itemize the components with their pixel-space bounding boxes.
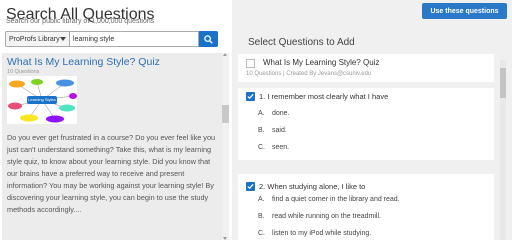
- search-icon: [204, 34, 213, 44]
- quiz-meta: 10 Questions | Created By Jevans@csuniv.…: [246, 71, 372, 77]
- question-text: 2. When studying alone, I like to: [259, 182, 365, 191]
- quiz-result-count: 10 Questions: [7, 69, 40, 75]
- check-icon: [247, 93, 254, 100]
- library-select-value: ProProfs Library: [9, 35, 60, 43]
- question-card: 1. I remember most clearly what I have A…: [238, 88, 494, 160]
- page-subtitle: Search our public library of 1,000,000 q…: [6, 18, 155, 25]
- scroll-up-arrow-icon[interactable]: [223, 53, 227, 56]
- select-questions-heading: Select Questions to Add: [248, 37, 355, 48]
- option-letter: C.: [258, 144, 265, 151]
- library-select[interactable]: ProProfs Library: [5, 31, 70, 47]
- option-text: listen to my iPod while studying.: [272, 230, 372, 237]
- option-letter: A.: [258, 196, 265, 203]
- select-panel: Use these questions Select Questions to …: [232, 0, 512, 240]
- option-letter: A.: [258, 110, 265, 117]
- search-bar: ProProfs Library learning style: [5, 31, 218, 47]
- use-these-questions-button[interactable]: Use these questions: [422, 3, 507, 19]
- mind-map-label: Learning Styles: [28, 97, 56, 102]
- question-number: 2.: [259, 182, 266, 191]
- option-letter: B.: [258, 213, 265, 220]
- question-card: 2. When studying alone, I like to A. find…: [238, 174, 494, 240]
- check-icon: [247, 183, 254, 190]
- quiz-header-row: What Is My Learning Style? Quiz 10 Quest…: [238, 54, 494, 82]
- question-number: 1.: [259, 92, 266, 101]
- option-letter: B.: [258, 127, 265, 134]
- question-checkbox[interactable]: [246, 92, 255, 101]
- question-body: I remember most clearly what I have: [267, 92, 389, 101]
- left-scrollbar-thumb[interactable]: [222, 105, 229, 123]
- option-text: find a quiet corner in the library and r…: [272, 196, 400, 203]
- answer-option: B. read while running on the treadmill.: [258, 213, 381, 220]
- search-button[interactable]: [199, 31, 218, 47]
- answer-option: A. done.: [258, 110, 290, 117]
- question-body: When studying alone, I like to: [267, 182, 366, 191]
- question-text: 1. I remember most clearly what I have: [259, 92, 388, 101]
- option-text: done.: [272, 110, 290, 117]
- quiz-thumbnail: Learning Styles: [7, 76, 77, 124]
- right-scrollbar[interactable]: [500, 60, 506, 240]
- option-text: seen.: [272, 144, 290, 151]
- select-all-checkbox[interactable]: [246, 59, 255, 68]
- question-checkbox[interactable]: [246, 182, 255, 191]
- quiz-result-description: Do you ever get frustrated in a course? …: [7, 133, 216, 214]
- answer-option: C. listen to my iPod while studying.: [258, 230, 371, 237]
- quiz-result-title[interactable]: What Is My Learning Style? Quiz: [7, 56, 160, 68]
- answer-option: B. said.: [258, 127, 287, 134]
- option-letter: C.: [258, 230, 265, 237]
- option-text: read while running on the treadmill.: [272, 213, 381, 220]
- quiz-result-card[interactable]: What Is My Learning Style? Quiz 10 Quest…: [2, 53, 224, 240]
- answer-option: C. seen.: [258, 144, 289, 151]
- chevron-down-icon: [60, 37, 66, 41]
- answer-option: A. find a quiet corner in the library and…: [258, 196, 400, 203]
- left-scrollbar[interactable]: [222, 53, 229, 240]
- search-input[interactable]: learning style: [70, 31, 199, 47]
- right-scrollbar-thumb[interactable]: [500, 68, 506, 98]
- search-panel: Search All Questions Search our public l…: [0, 0, 232, 240]
- option-text: said.: [272, 127, 287, 134]
- quiz-name: What Is My Learning Style? Quiz: [263, 58, 380, 67]
